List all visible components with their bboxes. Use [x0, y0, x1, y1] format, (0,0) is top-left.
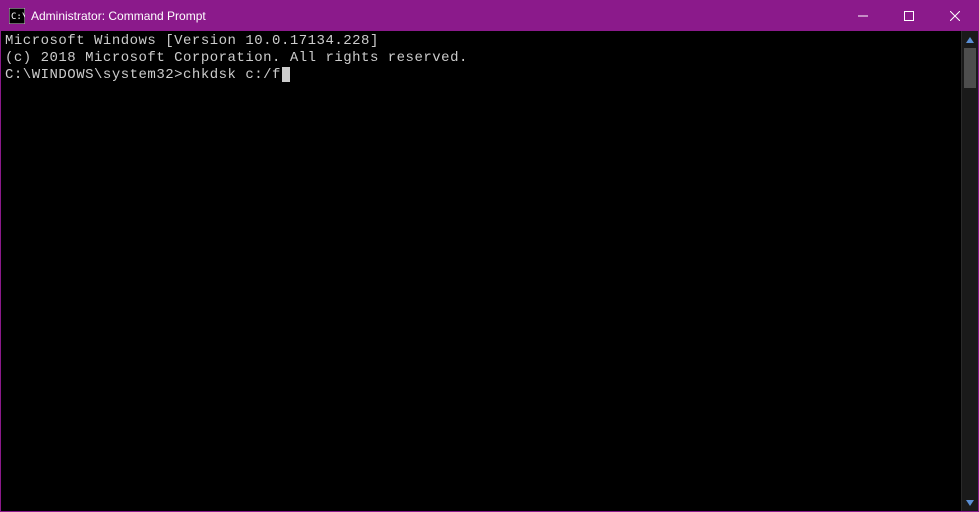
vertical-scrollbar[interactable] — [961, 31, 978, 511]
maximize-button[interactable] — [886, 1, 932, 31]
window-title: Administrator: Command Prompt — [31, 9, 840, 23]
command-text: chkdsk c:/f — [183, 67, 281, 84]
svg-text:C:\: C:\ — [11, 12, 25, 22]
scroll-thumb[interactable] — [964, 48, 976, 88]
scroll-track[interactable] — [962, 48, 978, 494]
text-cursor — [282, 67, 290, 82]
terminal-line: Microsoft Windows [Version 10.0.17134.22… — [5, 33, 961, 50]
scroll-up-arrow-icon[interactable] — [962, 31, 978, 48]
window-controls — [840, 1, 978, 31]
command-prompt-window: C:\ Administrator: Command Prompt Micros… — [0, 0, 979, 512]
prompt-line: C:\WINDOWS\system32>chkdsk c:/f — [5, 67, 961, 84]
prompt-text: C:\WINDOWS\system32> — [5, 67, 183, 84]
cmd-icon: C:\ — [9, 8, 25, 24]
terminal-output[interactable]: Microsoft Windows [Version 10.0.17134.22… — [1, 31, 961, 511]
scroll-down-arrow-icon[interactable] — [962, 494, 978, 511]
close-button[interactable] — [932, 1, 978, 31]
minimize-button[interactable] — [840, 1, 886, 31]
titlebar[interactable]: C:\ Administrator: Command Prompt — [1, 1, 978, 31]
terminal-line: (c) 2018 Microsoft Corporation. All righ… — [5, 50, 961, 67]
content-area: Microsoft Windows [Version 10.0.17134.22… — [1, 31, 978, 511]
